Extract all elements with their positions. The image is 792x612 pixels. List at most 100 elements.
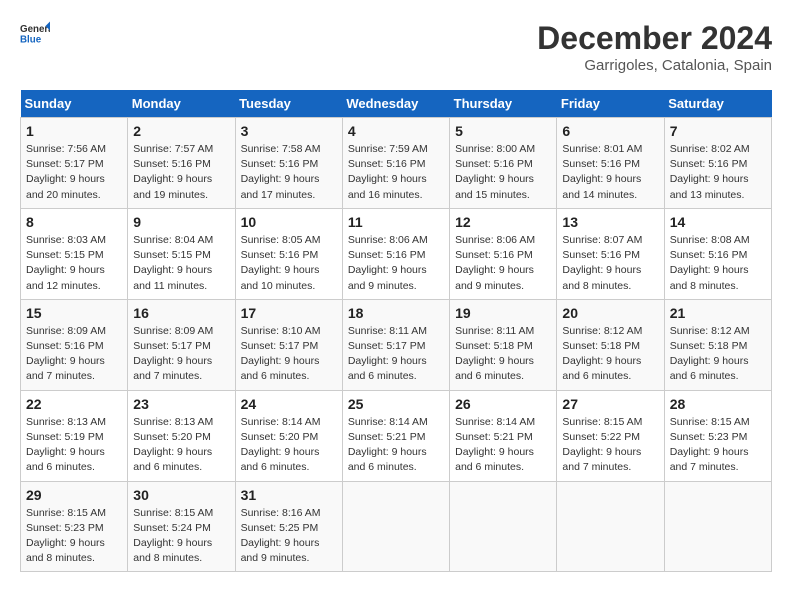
day-info: Sunrise: 8:10 AMSunset: 5:17 PMDaylight:… [241,324,337,385]
calendar-cell: 13 Sunrise: 8:07 AMSunset: 5:16 PMDayligh… [557,208,664,299]
day-number: 11 [348,214,444,230]
logo: General Blue [20,20,50,50]
calendar-cell: 10 Sunrise: 8:05 AMSunset: 5:16 PMDayligh… [235,208,342,299]
page-subtitle: Garrigoles, Catalonia, Spain [537,57,772,74]
svg-text:Blue: Blue [20,35,42,46]
day-number: 12 [455,214,551,230]
day-info: Sunrise: 8:09 AMSunset: 5:17 PMDaylight:… [133,324,229,385]
day-number: 8 [26,214,122,230]
calendar-cell [664,481,771,572]
day-info: Sunrise: 8:14 AMSunset: 5:20 PMDaylight:… [241,415,337,476]
calendar-row: 1 Sunrise: 7:56 AMSunset: 5:17 PMDaylight… [21,118,772,209]
day-info: Sunrise: 7:58 AMSunset: 5:16 PMDaylight:… [241,142,337,203]
calendar-cell: 5 Sunrise: 8:00 AMSunset: 5:16 PMDaylight… [450,118,557,209]
calendar-cell: 27 Sunrise: 8:15 AMSunset: 5:22 PMDayligh… [557,390,664,481]
day-info: Sunrise: 8:05 AMSunset: 5:16 PMDaylight:… [241,233,337,294]
calendar-row: 29Sunrise: 8:15 AMSunset: 5:23 PMDayligh… [21,481,772,572]
calendar-cell: 1 Sunrise: 7:56 AMSunset: 5:17 PMDaylight… [21,118,128,209]
day-number: 10 [241,214,337,230]
calendar-table: Sunday Monday Tuesday Wednesday Thursday… [20,90,772,572]
day-number: 27 [562,396,658,412]
day-number: 21 [670,305,766,321]
day-number: 16 [133,305,229,321]
day-info: Sunrise: 7:56 AMSunset: 5:17 PMDaylight:… [26,142,122,203]
calendar-cell [342,481,449,572]
calendar-cell: 11 Sunrise: 8:06 AMSunset: 5:16 PMDayligh… [342,208,449,299]
day-info: Sunrise: 8:11 AMSunset: 5:17 PMDaylight:… [348,324,444,385]
day-info: Sunrise: 7:57 AMSunset: 5:16 PMDaylight:… [133,142,229,203]
day-number: 14 [670,214,766,230]
day-number: 2 [133,123,229,139]
svg-text:General: General [20,24,50,35]
page-header: General Blue December 2024 Garrigoles, C… [20,20,772,74]
calendar-cell: 20 Sunrise: 8:12 AMSunset: 5:18 PMDayligh… [557,299,664,390]
day-info: Sunrise: 8:15 AMSunset: 5:24 PMDaylight:… [133,506,229,567]
day-number: 28 [670,396,766,412]
calendar-header-row: Sunday Monday Tuesday Wednesday Thursday… [21,90,772,118]
day-info: Sunrise: 8:00 AMSunset: 5:16 PMDaylight:… [455,142,551,203]
calendar-cell: 16 Sunrise: 8:09 AMSunset: 5:17 PMDayligh… [128,299,235,390]
calendar-cell: 21 Sunrise: 8:12 AMSunset: 5:18 PMDayligh… [664,299,771,390]
day-number: 30 [133,487,229,503]
calendar-cell: 3Sunrise: 7:58 AMSunset: 5:16 PMDaylight… [235,118,342,209]
calendar-cell: 23 Sunrise: 8:13 AMSunset: 5:20 PMDayligh… [128,390,235,481]
day-number: 15 [26,305,122,321]
calendar-cell [557,481,664,572]
day-info: Sunrise: 8:07 AMSunset: 5:16 PMDaylight:… [562,233,658,294]
day-number: 17 [241,305,337,321]
day-info: Sunrise: 8:15 AMSunset: 5:22 PMDaylight:… [562,415,658,476]
day-info: Sunrise: 8:09 AMSunset: 5:16 PMDaylight:… [26,324,122,385]
day-number: 13 [562,214,658,230]
day-info: Sunrise: 8:06 AMSunset: 5:16 PMDaylight:… [348,233,444,294]
calendar-cell: 15 Sunrise: 8:09 AMSunset: 5:16 PMDayligh… [21,299,128,390]
title-block: December 2024 Garrigoles, Catalonia, Spa… [537,20,772,74]
day-info: Sunrise: 8:13 AMSunset: 5:20 PMDaylight:… [133,415,229,476]
day-number: 19 [455,305,551,321]
day-info: Sunrise: 8:08 AMSunset: 5:16 PMDaylight:… [670,233,766,294]
col-thursday: Thursday [450,90,557,118]
col-tuesday: Tuesday [235,90,342,118]
day-number: 9 [133,214,229,230]
day-number: 1 [26,123,122,139]
day-number: 26 [455,396,551,412]
calendar-row: 22 Sunrise: 8:13 AMSunset: 5:19 PMDayligh… [21,390,772,481]
calendar-cell: 25Sunrise: 8:14 AMSunset: 5:21 PMDayligh… [342,390,449,481]
day-info: Sunrise: 8:13 AMSunset: 5:19 PMDaylight:… [26,415,122,476]
calendar-cell: 19 Sunrise: 8:11 AMSunset: 5:18 PMDayligh… [450,299,557,390]
day-info: Sunrise: 8:11 AMSunset: 5:18 PMDaylight:… [455,324,551,385]
day-info: Sunrise: 8:15 AMSunset: 5:23 PMDaylight:… [670,415,766,476]
calendar-cell: 31Sunrise: 8:16 AMSunset: 5:25 PMDayligh… [235,481,342,572]
calendar-cell: 4Sunrise: 7:59 AMSunset: 5:16 PMDaylight… [342,118,449,209]
calendar-cell [450,481,557,572]
day-info: Sunrise: 8:12 AMSunset: 5:18 PMDaylight:… [670,324,766,385]
day-info: Sunrise: 8:15 AMSunset: 5:23 PMDaylight:… [26,506,122,567]
calendar-cell: 7Sunrise: 8:02 AMSunset: 5:16 PMDaylight… [664,118,771,209]
day-info: Sunrise: 8:04 AMSunset: 5:15 PMDaylight:… [133,233,229,294]
calendar-cell: 8 Sunrise: 8:03 AMSunset: 5:15 PMDaylight… [21,208,128,299]
col-wednesday: Wednesday [342,90,449,118]
day-info: Sunrise: 7:59 AMSunset: 5:16 PMDaylight:… [348,142,444,203]
day-info: Sunrise: 8:01 AMSunset: 5:16 PMDaylight:… [562,142,658,203]
day-number: 18 [348,305,444,321]
col-monday: Monday [128,90,235,118]
day-info: Sunrise: 8:06 AMSunset: 5:16 PMDaylight:… [455,233,551,294]
calendar-row: 8 Sunrise: 8:03 AMSunset: 5:15 PMDaylight… [21,208,772,299]
day-info: Sunrise: 8:03 AMSunset: 5:15 PMDaylight:… [26,233,122,294]
day-number: 5 [455,123,551,139]
day-info: Sunrise: 8:16 AMSunset: 5:25 PMDaylight:… [241,506,337,567]
day-number: 20 [562,305,658,321]
day-number: 23 [133,396,229,412]
calendar-cell: 9 Sunrise: 8:04 AMSunset: 5:15 PMDaylight… [128,208,235,299]
calendar-body: 1 Sunrise: 7:56 AMSunset: 5:17 PMDaylight… [21,118,772,572]
page-title: December 2024 [537,20,772,57]
col-friday: Friday [557,90,664,118]
calendar-row: 15 Sunrise: 8:09 AMSunset: 5:16 PMDayligh… [21,299,772,390]
calendar-cell: 17 Sunrise: 8:10 AMSunset: 5:17 PMDayligh… [235,299,342,390]
day-info: Sunrise: 8:14 AMSunset: 5:21 PMDaylight:… [455,415,551,476]
calendar-cell: 22 Sunrise: 8:13 AMSunset: 5:19 PMDayligh… [21,390,128,481]
day-number: 22 [26,396,122,412]
col-saturday: Saturday [664,90,771,118]
day-info: Sunrise: 8:02 AMSunset: 5:16 PMDaylight:… [670,142,766,203]
day-info: Sunrise: 8:12 AMSunset: 5:18 PMDaylight:… [562,324,658,385]
calendar-cell: 14 Sunrise: 8:08 AMSunset: 5:16 PMDayligh… [664,208,771,299]
